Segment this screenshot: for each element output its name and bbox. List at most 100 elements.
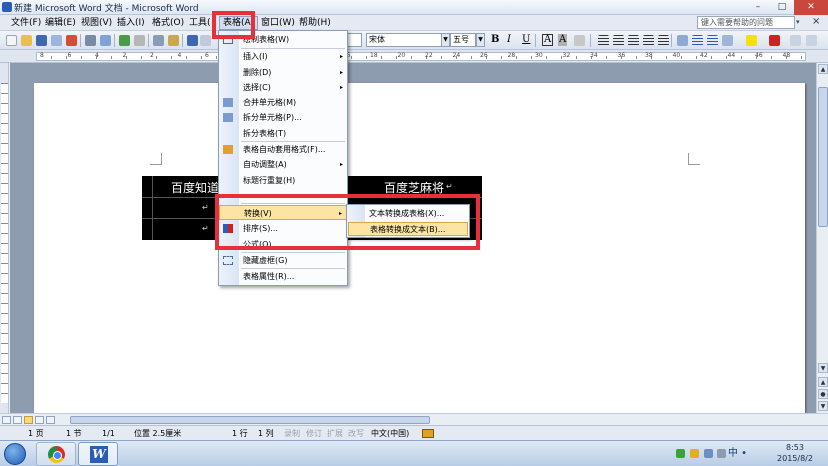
highlight-icon[interactable] — [746, 35, 757, 46]
undo-dropdown-icon[interactable] — [200, 35, 211, 46]
taskbar-word[interactable]: W — [78, 442, 118, 466]
web-layout-view-icon[interactable] — [13, 416, 22, 424]
font-name-field[interactable]: 宋体 — [366, 33, 442, 47]
document-close-icon[interactable]: × — [812, 16, 820, 27]
toolbar-options-icon[interactable] — [806, 35, 817, 46]
scaling-icon[interactable] — [574, 35, 585, 46]
status-record[interactable]: 录制 — [284, 428, 300, 439]
horizontal-ruler[interactable]: 8642246810121416182022242628303234363840… — [0, 50, 828, 63]
close-button[interactable]: ✕ — [794, 0, 828, 15]
spelling-status-icon[interactable] — [422, 429, 434, 438]
menu-item-split-cells[interactable]: 拆分单元格(P)... — [219, 110, 347, 125]
menu-item-split-table[interactable]: 拆分表格(T) — [219, 126, 347, 141]
volume-tray-icon[interactable] — [717, 449, 726, 458]
align-left-icon[interactable] — [598, 35, 609, 46]
menu-item-delete[interactable]: 删除(D) ▸ — [219, 65, 347, 80]
menu-table[interactable]: 表格(A) — [219, 16, 259, 30]
menu-item-hide-gridlines[interactable]: 隐藏虚框(G) — [219, 253, 347, 268]
menu-tools[interactable]: 工具( — [186, 16, 214, 30]
menu-insert[interactable]: 插入(I) — [114, 16, 148, 30]
menu-help[interactable]: 帮助(H) — [296, 16, 334, 30]
phonetic-guide-icon[interactable] — [790, 35, 801, 46]
next-page-icon[interactable]: ▼ — [818, 401, 828, 411]
scroll-up-icon[interactable]: ▲ — [818, 64, 828, 74]
print-icon[interactable] — [85, 35, 96, 46]
research-icon[interactable] — [134, 35, 145, 46]
normal-view-icon[interactable] — [2, 416, 11, 424]
network-tray-icon[interactable] — [704, 449, 713, 458]
align-center-icon[interactable] — [613, 35, 624, 46]
menu-window[interactable]: 窗口(W) — [258, 16, 298, 30]
mail-icon[interactable] — [66, 35, 77, 46]
table-cell-text[interactable]: 百度芝麻将 — [384, 179, 444, 196]
maximize-button[interactable]: □ — [770, 0, 794, 15]
system-clock[interactable]: 8:53 2015/8/2 — [766, 442, 824, 464]
justify-icon[interactable] — [643, 35, 654, 46]
print-layout-view-icon[interactable] — [24, 416, 33, 424]
scrollbar-thumb[interactable] — [818, 87, 828, 227]
input-method-indicator[interactable]: 中 • — [728, 444, 747, 459]
status-overtype[interactable]: 改写 — [348, 428, 364, 439]
menu-format[interactable]: 格式(O) — [149, 16, 187, 30]
menu-item-merge-cells[interactable]: 合并单元格(M) — [219, 95, 347, 110]
menu-item-sort[interactable]: 排序(S)... — [219, 221, 347, 236]
new-document-icon[interactable] — [6, 35, 17, 46]
indent-icon[interactable] — [722, 35, 733, 46]
distributed-icon[interactable] — [658, 35, 669, 46]
copy-icon[interactable] — [168, 35, 179, 46]
font-name-dropdown-icon[interactable]: ▼ — [441, 33, 450, 47]
menu-item-autofit[interactable]: 自动调整(A) ▸ — [219, 157, 347, 172]
vertical-ruler[interactable] — [0, 63, 9, 413]
menu-item-obscured[interactable] — [219, 188, 347, 203]
menu-item-table-to-text[interactable]: 表格转换成文本(B)... — [348, 222, 468, 236]
menu-item-draw-table[interactable]: 绘制表格(W) — [219, 32, 347, 47]
reading-layout-icon[interactable] — [46, 416, 55, 424]
line-spacing-icon[interactable] — [677, 35, 688, 46]
table-cell-text[interactable]: 百度知道 — [171, 179, 219, 196]
tray-icon[interactable] — [690, 449, 699, 458]
menu-item-convert[interactable]: 转换(V) ▸ — [219, 205, 347, 220]
minimize-button[interactable]: – — [746, 0, 770, 15]
character-border-button[interactable]: A — [542, 34, 554, 46]
cut-icon[interactable] — [153, 35, 164, 46]
print-preview-icon[interactable] — [100, 35, 111, 46]
menu-item-properties[interactable]: 表格属性(R)... — [219, 269, 347, 284]
document-page[interactable] — [34, 83, 805, 413]
undo-icon[interactable] — [187, 35, 198, 46]
menu-item-text-to-table[interactable]: 文本转换成表格(X)... — [348, 207, 468, 221]
menu-item-heading-repeat[interactable]: 标题行重复(H) — [219, 173, 347, 188]
underline-button[interactable]: U — [522, 34, 530, 46]
status-extend[interactable]: 扩展 — [327, 428, 343, 439]
permission-icon[interactable] — [51, 35, 62, 46]
bold-button[interactable]: B — [491, 34, 499, 46]
menu-item-insert[interactable]: 插入(I) ▸ — [219, 49, 347, 64]
horizontal-scrollbar[interactable] — [0, 413, 828, 425]
menu-item-select[interactable]: 选择(C) ▸ — [219, 80, 347, 95]
previous-page-icon[interactable]: ▲ — [818, 377, 828, 387]
align-right-icon[interactable] — [628, 35, 639, 46]
horizontal-scrollbar-thumb[interactable] — [70, 416, 430, 424]
menu-file[interactable]: 文件(F) — [8, 16, 44, 30]
outline-view-icon[interactable] — [35, 416, 44, 424]
font-color-icon[interactable] — [769, 35, 780, 46]
character-shading-button[interactable]: A — [558, 34, 568, 46]
open-folder-icon[interactable] — [21, 35, 32, 46]
status-track-changes[interactable]: 修订 — [306, 428, 322, 439]
taskbar-chrome[interactable] — [36, 442, 76, 466]
save-icon[interactable] — [36, 35, 47, 46]
font-size-dropdown-icon[interactable]: ▼ — [476, 33, 485, 47]
help-dropdown-icon[interactable]: ▾ — [796, 18, 800, 26]
numbering-icon[interactable] — [692, 35, 703, 46]
security-tray-icon[interactable] — [676, 449, 685, 458]
start-button[interactable] — [4, 443, 26, 465]
menu-view[interactable]: 视图(V) — [78, 16, 115, 30]
bullets-icon[interactable] — [707, 35, 718, 46]
spelling-icon[interactable] — [119, 35, 130, 46]
menu-item-formula[interactable]: 公式(O)... — [219, 237, 347, 252]
font-size-field[interactable]: 五号 — [450, 33, 476, 47]
help-search-input[interactable]: 键入需要帮助的问题 — [697, 16, 795, 29]
vertical-scrollbar[interactable]: ▲ ▼ ▲ ● ▼ — [816, 63, 828, 413]
menu-item-autoformat[interactable]: 表格自动套用格式(F)... — [219, 142, 347, 157]
italic-button[interactable]: I — [507, 34, 511, 46]
select-browse-object-icon[interactable]: ● — [818, 389, 828, 399]
